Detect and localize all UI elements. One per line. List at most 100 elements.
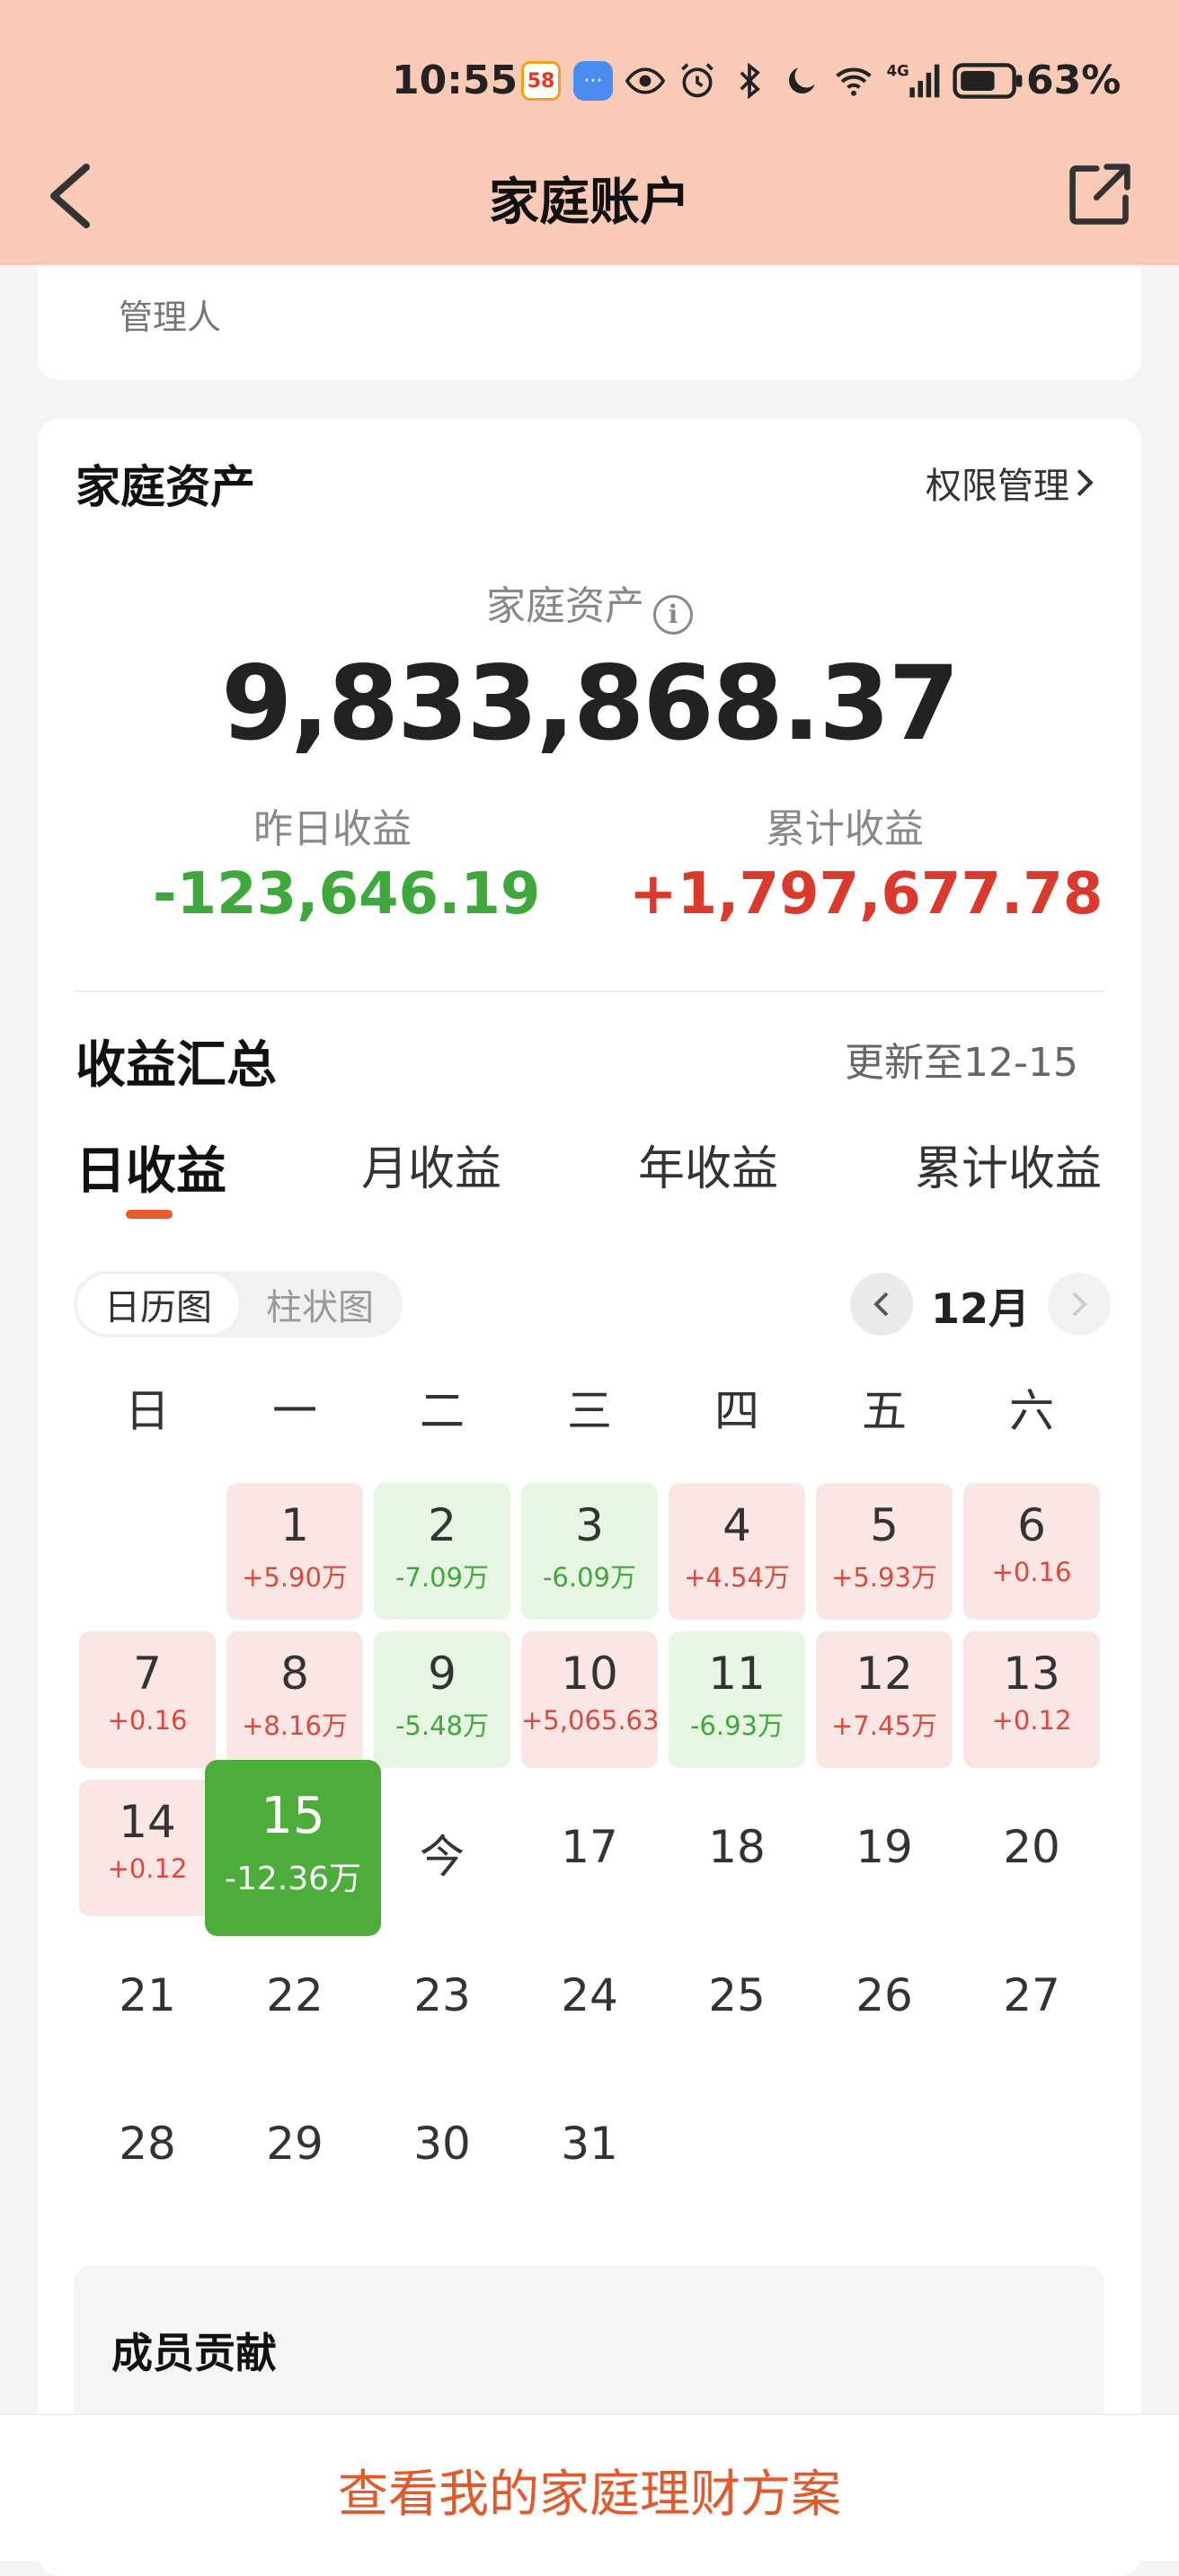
chevron-left-icon [873,1292,889,1317]
calendar-day-income: -12.36万 [224,1861,362,1897]
calendar-day[interactable]: 25 [669,1928,805,2065]
calendar-day[interactable]: 22 [226,1928,363,2065]
calendar-day[interactable]: 20 [963,1780,1100,1916]
calendar-day[interactable]: 4 +4.54万 [669,1483,805,1620]
calendar-day-selected[interactable]: 15 -12.36万 [205,1760,381,1936]
calendar-view-button[interactable]: 日历图 [77,1275,239,1334]
calendar-day[interactable]: 7 +0.16 [79,1631,216,1768]
calendar-day[interactable]: 11 -6.93万 [669,1631,805,1768]
calendar-day-income: +4.54万 [684,1562,790,1593]
calendar-day[interactable]: 30 [374,2076,510,2213]
calendar-day-income: +0.16 [107,1705,188,1736]
eye-icon [625,67,665,94]
calendar-day-number: 12 [855,1648,913,1700]
calendar-day[interactable]: 14 +0.12 [79,1780,216,1916]
chevron-right-icon [1072,1292,1087,1317]
calendar-day-number: 1 [280,1499,309,1551]
calendar-day-number: 26 [855,1969,913,2021]
calendar-day-number: 7 [133,1648,162,1700]
calendar-day[interactable]: 24 [521,1928,658,2065]
share-icon[interactable] [1066,160,1134,228]
tab-yearly-income[interactable]: 年收益 [638,1131,778,1198]
assets-total-label: 家庭资产 i [0,573,1179,635]
calendar-day-number: 2 [428,1499,457,1551]
calendar-day-number: 18 [708,1821,766,1873]
active-tab-indicator [126,1210,173,1219]
calendar-day-income: -5.48万 [394,1710,490,1741]
calendar-day-income: -7.09万 [394,1562,490,1593]
calendar-day[interactable]: 3 -6.09万 [521,1483,658,1620]
status-icons: 58 ··· 4G [521,56,1024,106]
calendar-day[interactable]: 12 +7.45万 [816,1631,953,1768]
calendar-day-number: 30 [413,2118,471,2170]
calendar-day[interactable]: 26 [816,1928,953,2065]
calendar-day[interactable]: 31 [521,2076,658,2213]
battery-percent: 63% [1026,58,1121,103]
calendar-day-number: 20 [1003,1821,1060,1873]
calendar-day-number: 19 [855,1821,913,1873]
calendar-day[interactable]: 19 [816,1780,953,1916]
calendar-day-number: 28 [119,2118,176,2170]
calendar-day-number: 25 [708,1969,766,2021]
weekday-fri: 五 [862,1385,907,1437]
calendar-day-income: +5,065.63 [521,1705,660,1736]
calendar-day[interactable]: 8 +8.16万 [226,1631,363,1768]
calendar-day[interactable]: 17 [521,1780,658,1916]
calendar-day[interactable]: 1 +5.90万 [226,1483,363,1620]
calendar-day[interactable]: 23 [374,1928,510,2065]
calendar-day[interactable]: 21 [79,1928,216,2065]
weekday-mon: 一 [272,1385,317,1437]
next-month-button[interactable] [1048,1273,1111,1336]
divider [74,990,1104,992]
income-summary-title: 收益汇总 [75,1036,277,1095]
calendar-day-number: 6 [1017,1499,1046,1551]
calendar-day-number: 10 [561,1648,618,1700]
bar-chart-view-button[interactable]: 柱状图 [241,1275,399,1334]
message-icon: ··· [573,61,613,101]
bluetooth-icon [740,62,760,100]
info-icon[interactable]: i [653,595,693,635]
tab-monthly-income[interactable]: 月收益 [361,1131,501,1198]
yesterday-income-label: 昨日收益 [253,806,412,852]
calendar-day[interactable]: 9 -5.48万 [374,1631,510,1768]
calendar-day-number: 14 [119,1796,176,1848]
assets-total-value: 9,833,868.37 [221,644,960,763]
calendar-day[interactable]: 29 [226,2076,363,2213]
signal-icon: 4G [887,63,940,98]
calendar-day[interactable]: 10 +5,065.63 [521,1631,660,1768]
calendar-day-number: 13 [1003,1648,1060,1700]
tab-daily-income[interactable]: 日收益 [75,1131,226,1204]
calendar-day-number: 11 [708,1648,766,1700]
view-family-plan-button[interactable]: 查看我的家庭理财方案 [0,2454,1179,2527]
previous-month-button[interactable] [850,1273,913,1336]
calendar-day-income: +0.12 [107,1853,188,1884]
wifi-icon [836,67,872,96]
calendar-day-income: +5.90万 [242,1562,348,1593]
assets-section-title: 家庭资产 [75,461,255,513]
calendar-day[interactable]: 27 [963,1928,1100,2065]
calendar-day-income: +5.93万 [831,1562,937,1593]
calendar-day[interactable]: 今 [374,1780,510,1916]
calendar-day[interactable]: 28 [79,2076,216,2213]
weekday-sat: 六 [1009,1385,1054,1437]
alarm-icon [681,63,714,98]
calendar-day[interactable]: 6 +0.16 [963,1483,1100,1620]
calendar-day[interactable]: 18 [669,1780,805,1916]
calendar-day[interactable]: 2 -7.09万 [374,1483,510,1620]
cumulative-income-value: +1,797,677.78 [629,861,1104,928]
calendar-day-number: 9 [428,1648,457,1700]
calendar-day[interactable]: 5 +5.93万 [816,1483,953,1620]
page-title: 家庭账户 [489,173,690,232]
calendar-day-income: +0.16 [991,1557,1072,1587]
calendar-day-income: +8.16万 [242,1710,348,1741]
calendar-day[interactable]: 13 +0.12 [963,1631,1100,1768]
weekday-tue: 二 [420,1385,465,1437]
58-app-icon: 58 [521,61,561,101]
calendar-day-income: -6.09万 [542,1562,637,1593]
weekday-thu: 四 [714,1385,759,1437]
permission-management-link[interactable]: 权限管理 [926,457,1095,509]
calendar-day-number: 3 [575,1499,604,1551]
tab-cumulative-income[interactable]: 累计收益 [915,1131,1102,1198]
member-contribution-title: 成员贡献 [111,2329,277,2377]
current-month: 12月 [931,1284,1031,1333]
